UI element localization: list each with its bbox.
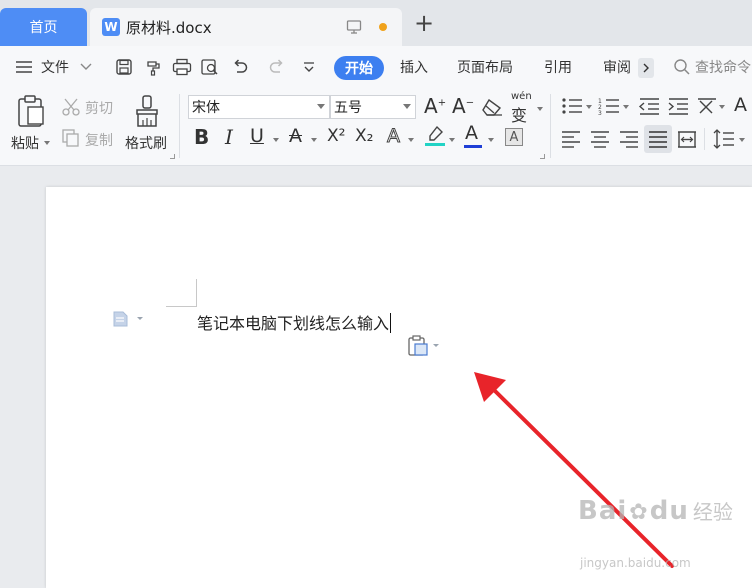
watermark-cn: 经验: [692, 500, 733, 524]
paw-icon: ✿: [629, 500, 648, 525]
baidu-jingyan-watermark: Bai✿du 经验 jingyan.baidu.com: [578, 496, 733, 570]
watermark-brand: Bai: [578, 496, 628, 526]
watermark-url: jingyan.baidu.com: [580, 556, 691, 570]
watermark-brand-2: du: [649, 496, 689, 526]
